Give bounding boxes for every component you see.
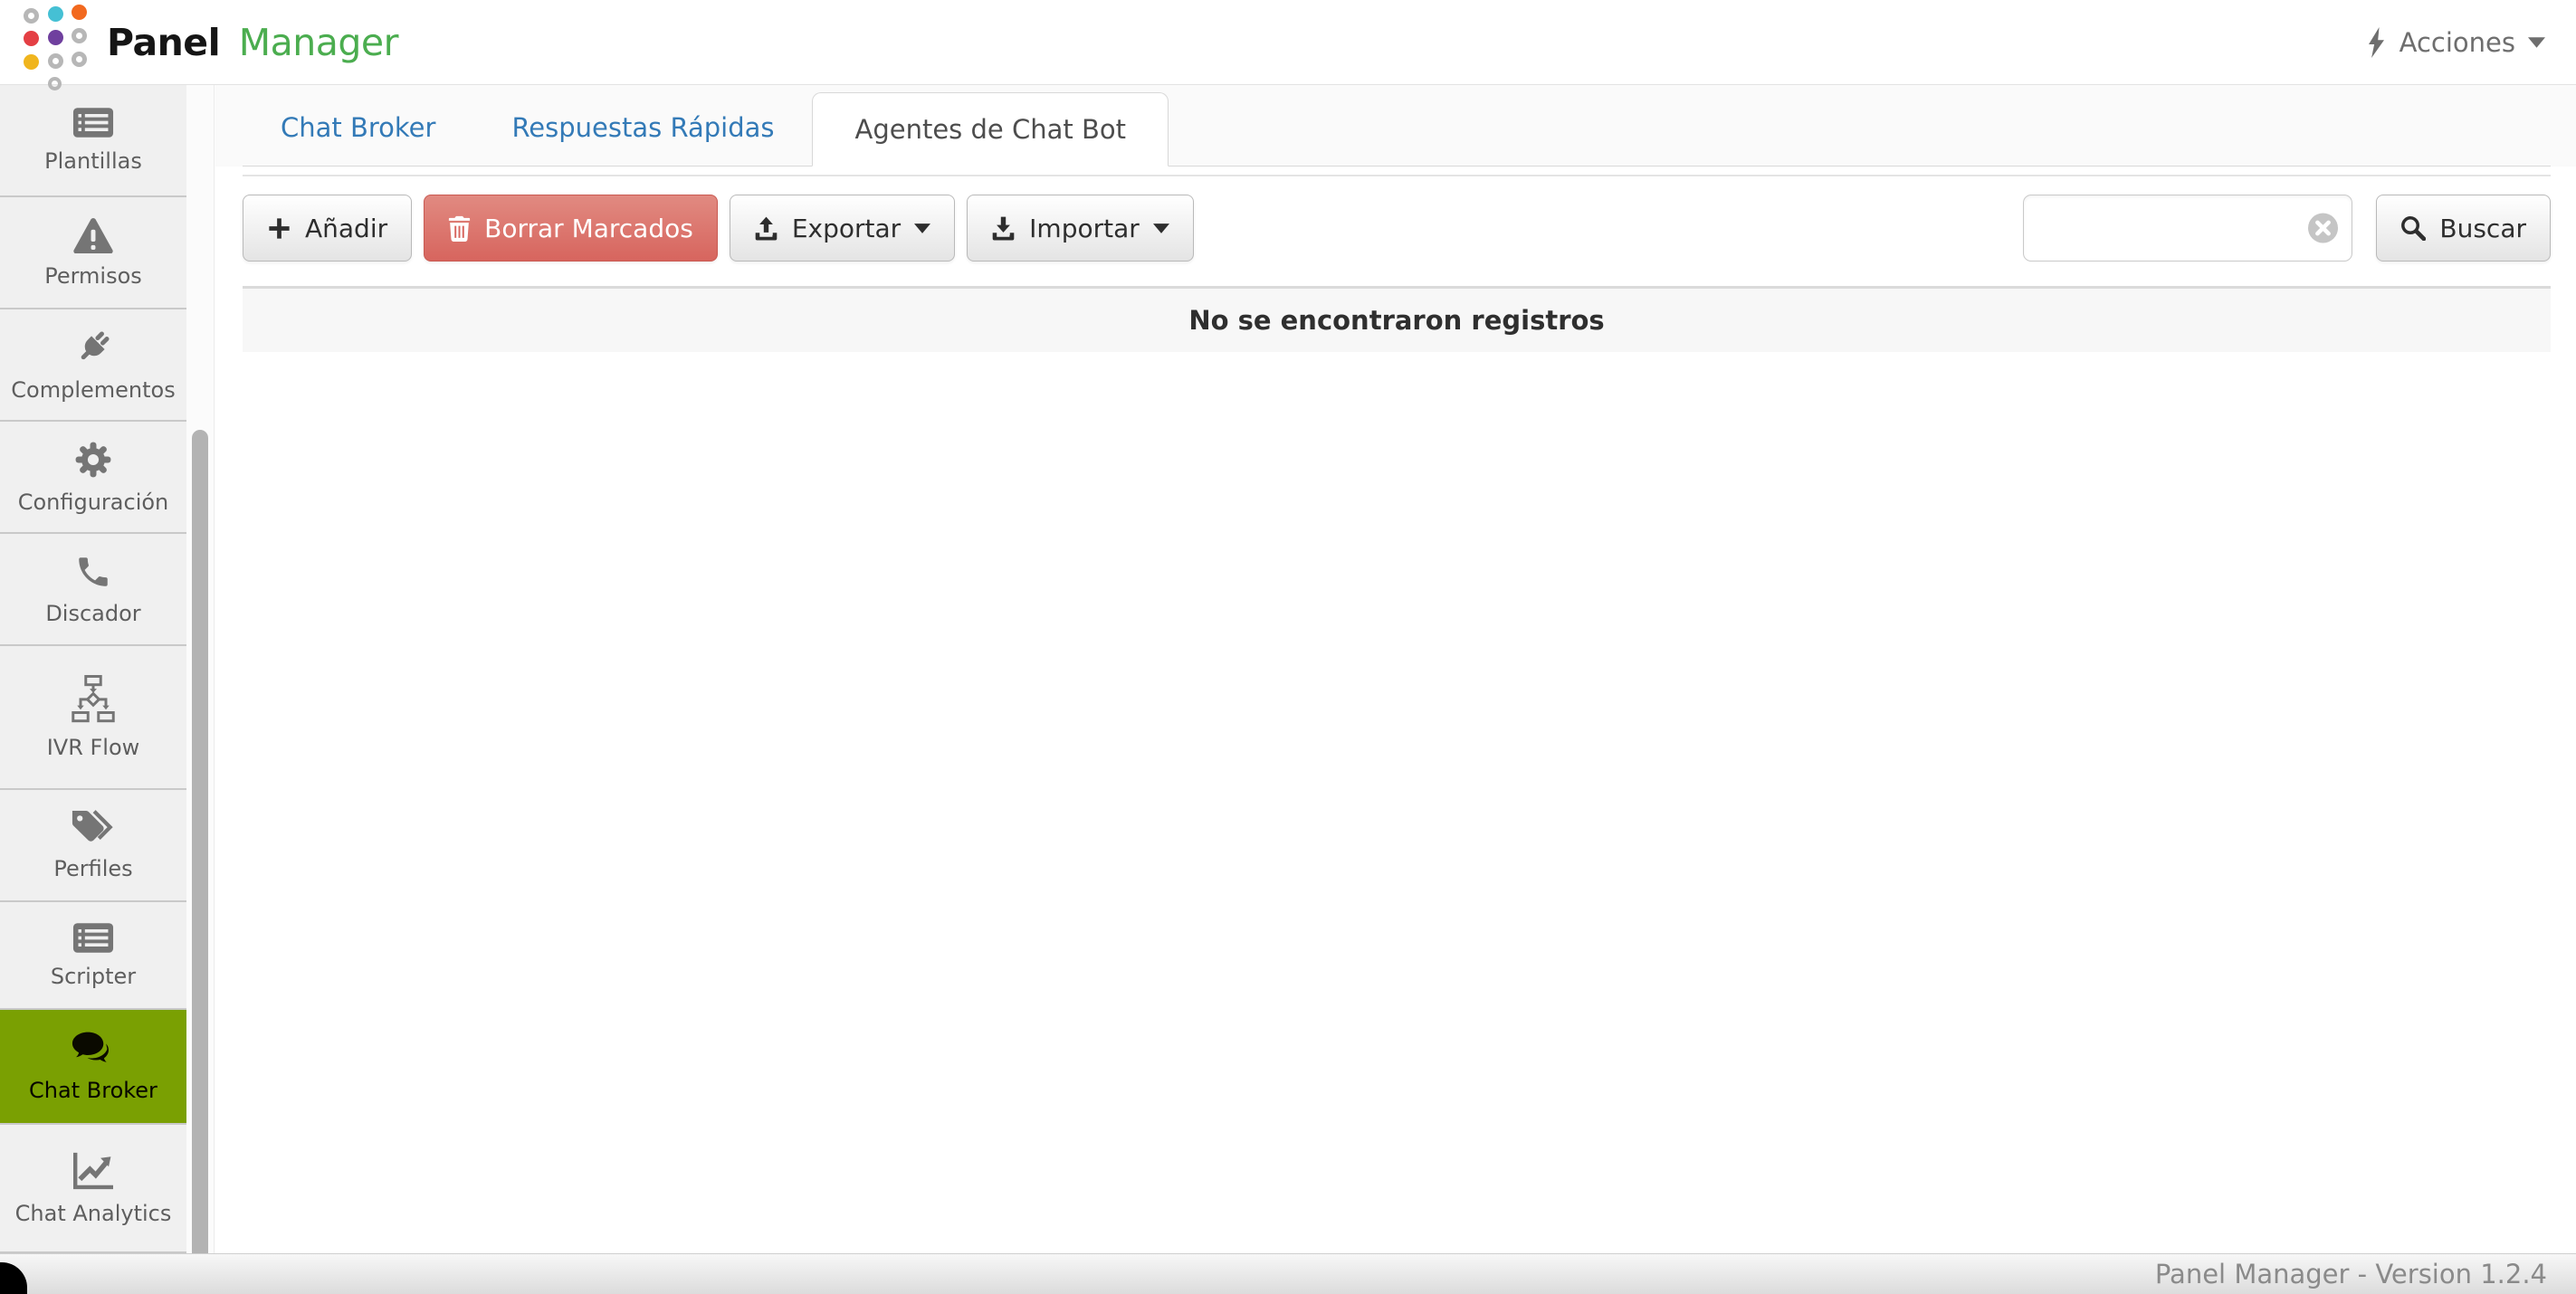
sidebar-item-complementos[interactable]: Complementos: [0, 309, 186, 422]
flowchart-icon: [68, 674, 119, 725]
warning-icon: [72, 217, 114, 253]
script-list-icon: [72, 922, 114, 954]
lightning-bolt-icon: [2368, 26, 2384, 58]
tab-respuestas-rapidas[interactable]: Respuestas Rápidas: [473, 91, 812, 166]
main-content: Chat Broker Respuestas Rápidas Agentes d…: [215, 85, 2576, 1253]
app-title: Panel Manager: [107, 21, 398, 64]
templates-icon: [72, 107, 114, 138]
app-title-primary: Panel: [107, 20, 221, 64]
sidebar-item-label: Complementos: [11, 376, 176, 403]
clear-search-icon[interactable]: [2308, 213, 2339, 243]
sidebar-item-chat-analytics[interactable]: Chat Analytics: [0, 1125, 186, 1253]
sidebar-item-chat-broker[interactable]: Chat Broker: [0, 1010, 186, 1125]
footer-version-text: Panel Manager - Version 1.2.4: [2154, 1259, 2547, 1289]
delete-marked-button[interactable]: Borrar Marcados: [424, 195, 718, 262]
app-header: Panel Manager Acciones: [0, 0, 2576, 90]
actions-menu-button[interactable]: Acciones: [2366, 26, 2545, 58]
sidebar-item-plantillas[interactable]: Plantillas: [0, 85, 186, 197]
sidebar-item-configuracion[interactable]: Configuración: [0, 422, 186, 534]
sidebar: Plantillas Permisos Complementos Configu…: [0, 85, 186, 1253]
chat-bubbles-icon: [72, 1031, 115, 1068]
plug-icon: [73, 328, 113, 367]
sidebar-item-permisos[interactable]: Permisos: [0, 197, 186, 309]
sidebar-item-ivr-flow[interactable]: IVR Flow: [0, 646, 186, 790]
toolbar: Añadir Borrar Marcados Exportar Importar: [243, 195, 2551, 262]
chart-line-icon: [72, 1151, 115, 1191]
export-dropdown-button[interactable]: Exportar: [729, 195, 956, 262]
sidebar-item-label: Plantillas: [44, 148, 142, 175]
app-title-secondary: Manager: [238, 20, 399, 64]
caret-down-icon: [2528, 36, 2545, 48]
empty-records-message: No se encontraron registros: [1188, 305, 1605, 336]
sidebar-item-label: IVR Flow: [46, 735, 140, 761]
add-button-label: Añadir: [305, 213, 388, 243]
sidebar-item-label: Chat Broker: [29, 1077, 157, 1103]
download-icon: [992, 216, 1015, 240]
sidebar-item-label: Discador: [45, 600, 141, 626]
sidebar-item-label: Configuración: [17, 489, 169, 515]
caret-down-icon: [1152, 223, 1169, 233]
sidebar-item-scripter[interactable]: Scripter: [0, 902, 186, 1010]
tab-bar: Chat Broker Respuestas Rápidas Agentes d…: [243, 92, 2551, 167]
export-button-label: Exportar: [791, 213, 902, 243]
sidebar-item-label: Perfiles: [53, 856, 133, 882]
search-input[interactable]: [2023, 195, 2353, 262]
logo-dots-icon: [24, 4, 87, 90]
app-root: Panel Manager Acciones Plantillas Permis…: [0, 0, 2576, 1294]
sidebar-item-label: Scripter: [50, 963, 137, 989]
tab-agentes-de-chat-bot[interactable]: Agentes de Chat Bot: [812, 92, 1169, 167]
caret-down-icon: [914, 223, 931, 233]
search-button[interactable]: Buscar: [2376, 195, 2551, 262]
sidebar-item-perfiles[interactable]: Perfiles: [0, 790, 186, 902]
search-button-label: Buscar: [2439, 213, 2526, 243]
sidebar-scrollbar-thumb[interactable]: [192, 430, 208, 1253]
actions-label: Acciones: [2399, 26, 2515, 58]
gear-icon: [73, 440, 113, 480]
tab-bar-region: Chat Broker Respuestas Rápidas Agentes d…: [215, 85, 2576, 167]
plus-icon: [269, 217, 290, 239]
tab-chat-broker[interactable]: Chat Broker: [243, 91, 473, 166]
sidebar-scrollbar[interactable]: [186, 85, 215, 1253]
footer: Panel Manager - Version 1.2.4: [0, 1253, 2576, 1294]
tags-icon: [72, 809, 115, 846]
sidebar-item-discador[interactable]: Discador: [0, 534, 186, 646]
import-button-label: Importar: [1029, 213, 1140, 243]
empty-records-row: No se encontraron registros: [243, 286, 2551, 352]
add-button[interactable]: Añadir: [243, 195, 413, 262]
sidebar-item-label: Chat Analytics: [14, 1200, 172, 1226]
search-area: Buscar: [2023, 195, 2551, 262]
upload-icon: [755, 216, 778, 240]
panel-separator: [243, 175, 2551, 176]
search-icon: [2401, 216, 2427, 241]
sidebar-item-label: Permisos: [44, 262, 142, 289]
delete-marked-button-label: Borrar Marcados: [484, 213, 693, 243]
import-dropdown-button[interactable]: Importar: [967, 195, 1194, 262]
trash-icon: [449, 215, 471, 242]
search-box: [2023, 195, 2353, 262]
phone-icon: [74, 553, 112, 591]
